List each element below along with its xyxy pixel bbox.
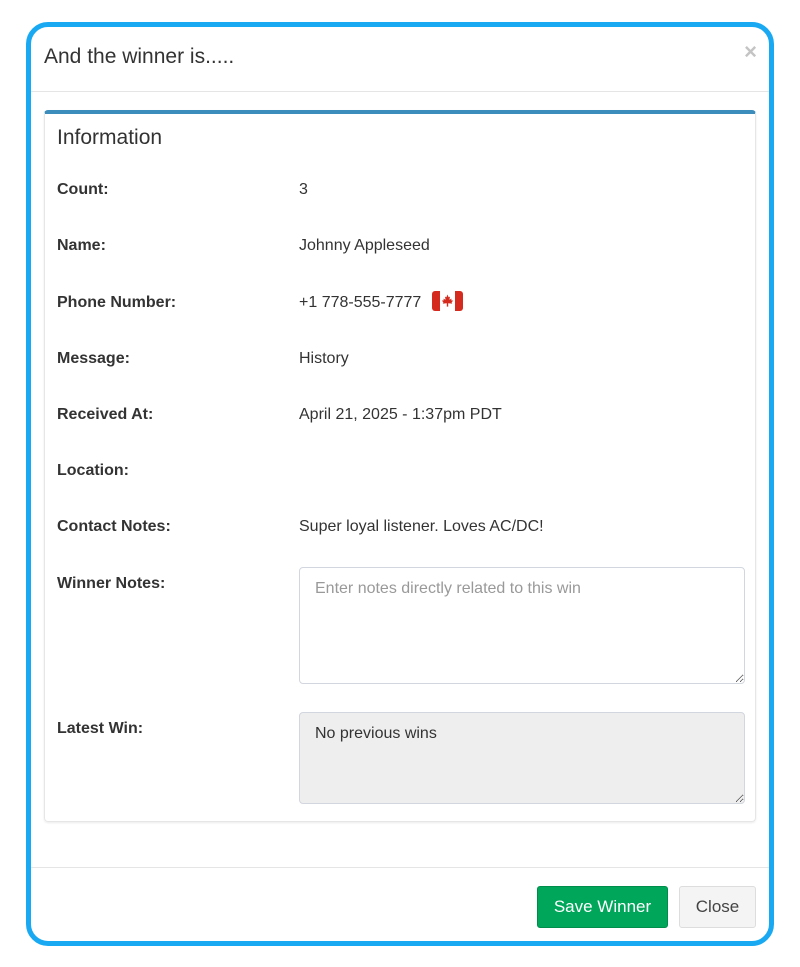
phone-value-wrap: +1 778-555-7777 bbox=[299, 290, 463, 312]
latest-win-label: Latest Win: bbox=[57, 720, 144, 737]
contact-notes-label: Contact Notes: bbox=[57, 518, 171, 535]
contact-notes-value: Super loyal listener. Loves AC/DC! bbox=[299, 518, 544, 535]
name-value: Johnny Appleseed bbox=[299, 237, 430, 254]
phone-label: Phone Number: bbox=[57, 294, 177, 311]
information-panel: Information Count: 3 Name: Johnny Apples… bbox=[44, 110, 756, 822]
latest-win-textarea: No previous wins bbox=[299, 712, 745, 804]
modal-header: And the winner is..... × bbox=[31, 27, 769, 92]
winner-notes-textarea[interactable] bbox=[299, 567, 745, 684]
close-icon[interactable]: × bbox=[744, 41, 757, 63]
modal-title: And the winner is..... bbox=[44, 45, 235, 68]
close-button[interactable]: Close bbox=[679, 886, 756, 928]
message-value: History bbox=[299, 350, 349, 367]
message-label: Message: bbox=[57, 350, 130, 367]
save-winner-button[interactable]: Save Winner bbox=[537, 886, 668, 928]
name-label: Name: bbox=[57, 237, 106, 254]
panel-title: Information bbox=[57, 126, 163, 149]
location-label: Location: bbox=[57, 462, 129, 479]
modal-footer: Save Winner Close bbox=[31, 867, 769, 941]
count-value: 3 bbox=[299, 181, 308, 198]
received-at-label: Received At: bbox=[57, 406, 154, 423]
winner-modal: And the winner is..... × Information Cou… bbox=[26, 22, 774, 946]
winner-notes-label: Winner Notes: bbox=[57, 575, 166, 592]
count-label: Count: bbox=[57, 181, 109, 198]
received-at-value: April 21, 2025 - 1:37pm PDT bbox=[299, 406, 502, 423]
canada-flag-icon bbox=[431, 290, 463, 311]
phone-value: +1 778-555-7777 bbox=[299, 294, 422, 311]
